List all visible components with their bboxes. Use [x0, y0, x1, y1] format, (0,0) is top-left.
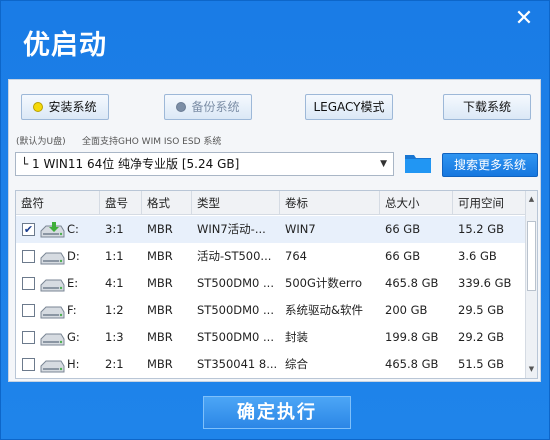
- cell-total: 199.8 GB: [385, 330, 439, 344]
- row-checkbox[interactable]: [22, 250, 35, 263]
- default-disk-hint: (默认为U盘): [16, 137, 66, 147]
- row-checkbox[interactable]: [22, 304, 35, 317]
- column-header: 可用空间: [453, 191, 526, 215]
- table-row[interactable]: E: 4:1 MBR ST500DM0 ... 500G计数erro 465.8 GB 33…: [16, 270, 526, 297]
- cell-total: 66 GB: [385, 249, 421, 263]
- cell-label: 系统驱动&软件: [285, 303, 363, 317]
- cell-disk: 4:1: [105, 276, 124, 290]
- partition-table: 盘符 盘号 格式 类型 卷标 总大小 可用空间 ✔ C: 3:1 MBR WIN7活动-…: [15, 190, 538, 379]
- cell-free: 3.6 GB: [458, 249, 497, 263]
- cell-format: MBR: [147, 303, 173, 317]
- tab-backup-system[interactable]: 备份系统: [164, 94, 252, 120]
- confirm-execute-button[interactable]: 确定执行: [203, 396, 351, 429]
- search-more-systems-button[interactable]: 搜索更多系统: [442, 153, 538, 177]
- app-title: 优启动: [23, 30, 107, 61]
- scroll-up-icon[interactable]: ▲: [526, 194, 537, 205]
- inactive-dot-icon: [176, 102, 187, 112]
- scroll-down-icon[interactable]: ▼: [526, 364, 537, 375]
- row-checkbox[interactable]: [22, 358, 35, 371]
- cell-drive: H:: [67, 357, 80, 371]
- cell-type: ST500DM0 ...: [197, 276, 274, 290]
- column-header: 盘符: [16, 191, 100, 215]
- row-checkbox[interactable]: ✔: [22, 223, 35, 236]
- image-select-value: └ 1 WIN11 64位 纯净专业版 [5.24 GB]: [21, 157, 240, 171]
- cell-free: 29.2 GB: [458, 330, 505, 344]
- cell-drive: G:: [67, 330, 80, 344]
- cell-free: 339.6 GB: [458, 276, 512, 290]
- cell-type: ST500DM0 ...: [197, 330, 274, 344]
- table-row[interactable]: F: 1:2 MBR ST500DM0 ... 系统驱动&软件 200 GB 29.5 GB: [16, 297, 526, 324]
- cell-disk: 3:1: [105, 222, 124, 236]
- cell-format: MBR: [147, 357, 173, 371]
- column-header: 总大小: [380, 191, 453, 215]
- vertical-scrollbar[interactable]: ▲ ▼: [525, 191, 537, 378]
- cell-type: ST350041 8...: [197, 357, 278, 371]
- column-header: 盘号: [100, 191, 142, 215]
- image-select[interactable]: └ 1 WIN11 64位 纯净专业版 [5.24 GB] ▼: [15, 152, 394, 176]
- main-window: 优启动 ✕ 安装系统 备份系统 LEGACY模式 下载系统 (默认为U盘) 全面…: [0, 0, 550, 440]
- cell-drive: C:: [67, 222, 79, 236]
- column-header: 类型: [192, 191, 280, 215]
- cell-label: 764: [285, 249, 307, 263]
- cell-format: MBR: [147, 330, 173, 344]
- table-row[interactable]: H: 2:1 MBR ST350041 8... 综合 465.8 GB 51.5 GB: [16, 351, 526, 378]
- cell-total: 465.8 GB: [385, 357, 439, 371]
- cell-disk: 2:1: [105, 357, 124, 371]
- cell-drive: D:: [67, 249, 80, 263]
- cell-disk: 1:1: [105, 249, 124, 263]
- column-header: 格式: [142, 191, 192, 215]
- table-row[interactable]: D: 1:1 MBR 活动-ST500... 764 66 GB 3.6 GB: [16, 243, 526, 270]
- row-checkbox[interactable]: [22, 277, 35, 290]
- tab-legacy-mode[interactable]: LEGACY模式: [305, 94, 393, 120]
- main-panel: 安装系统 备份系统 LEGACY模式 下载系统 (默认为U盘) 全面支持GHO …: [8, 79, 541, 382]
- cell-free: 51.5 GB: [458, 357, 505, 371]
- cell-label: 综合: [285, 357, 308, 371]
- tab-download-system[interactable]: 下载系统: [443, 94, 531, 120]
- cell-label: 封装: [285, 330, 308, 344]
- cell-total: 200 GB: [385, 303, 428, 317]
- support-hint: 全面支持GHO WIM ISO ESD 系统: [82, 137, 222, 147]
- tab-install-system[interactable]: 安装系统: [21, 94, 109, 120]
- tab-label: 备份系统: [191, 100, 240, 114]
- cell-drive: F:: [67, 303, 77, 317]
- cell-format: MBR: [147, 276, 173, 290]
- cell-drive: E:: [67, 276, 79, 290]
- active-dot-icon: [33, 102, 44, 112]
- folder-icon[interactable]: [404, 152, 432, 174]
- cell-type: WIN7活动-...: [197, 222, 266, 236]
- cell-free: 15.2 GB: [458, 222, 505, 236]
- chevron-down-icon: ▼: [380, 159, 387, 169]
- table-header: 盘符 盘号 格式 类型 卷标 总大小 可用空间: [16, 191, 526, 215]
- cell-disk: 1:2: [105, 303, 124, 317]
- close-button[interactable]: ✕: [513, 8, 535, 30]
- cell-label: WIN7: [285, 222, 316, 236]
- tab-label: 下载系统: [462, 100, 511, 114]
- tab-label: LEGACY模式: [313, 100, 385, 114]
- row-checkbox[interactable]: [22, 331, 35, 344]
- scroll-thumb[interactable]: [527, 221, 536, 291]
- cell-format: MBR: [147, 249, 173, 263]
- tab-label: 安装系统: [48, 100, 97, 114]
- cell-label: 500G计数erro: [285, 276, 362, 290]
- cell-format: MBR: [147, 222, 173, 236]
- cell-total: 66 GB: [385, 222, 421, 236]
- cell-disk: 1:3: [105, 330, 124, 344]
- cell-free: 29.5 GB: [458, 303, 505, 317]
- cell-type: 活动-ST500...: [197, 249, 272, 263]
- cell-total: 465.8 GB: [385, 276, 439, 290]
- cell-type: ST500DM0 ...: [197, 303, 274, 317]
- column-header: 卷标: [280, 191, 380, 215]
- table-row[interactable]: ✔ C: 3:1 MBR WIN7活动-... WIN7 66 GB 15.2 GB: [16, 216, 526, 243]
- table-row[interactable]: G: 1:3 MBR ST500DM0 ... 封装 199.8 GB 29.2 GB: [16, 324, 526, 351]
